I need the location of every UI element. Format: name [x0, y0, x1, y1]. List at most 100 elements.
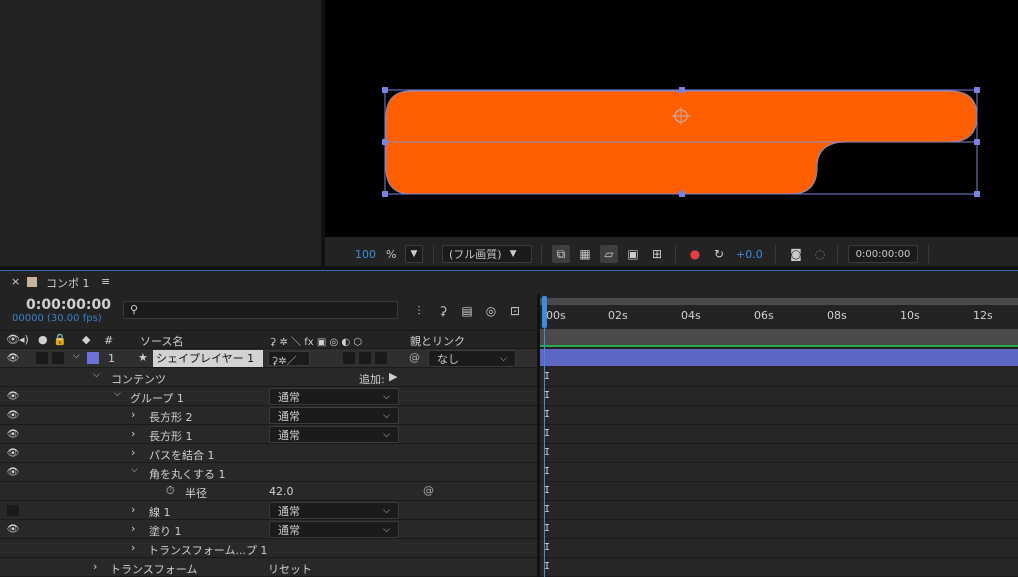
blend-mode-value: 通常 [278, 504, 300, 518]
contents-row[interactable]: ⌵ コンテンツ 追加: ▶ [0, 368, 537, 387]
layer-number-header: # [104, 334, 114, 347]
layer-row[interactable]: 👁 ⌵ 1 ★ シェイプレイヤー 1 ⚳✲／ @ なし ⌵ [0, 349, 537, 368]
chevron-right-icon[interactable]: › [93, 560, 97, 573]
eye-icon[interactable]: 👁 [6, 410, 20, 421]
round-corners-row[interactable]: 👁 ⌵ 角を丸くする 1 [0, 463, 537, 482]
ruler-tick: 00s [546, 309, 566, 322]
blend-mode-dropdown[interactable]: 通常 ⌵ [269, 426, 399, 443]
blend-mode-value: 通常 [278, 428, 300, 442]
switches-header: ⚳ ✲ ＼ fx ▣ ◎ ◐ ⬡ [269, 337, 363, 348]
transform-row[interactable]: › トランスフォーム リセット [0, 558, 537, 577]
blend-mode-value: 通常 [278, 409, 300, 423]
source-name-header[interactable]: ソース名 [140, 333, 183, 349]
switch-box[interactable] [343, 352, 355, 364]
eye-icon[interactable]: 👁 [6, 524, 20, 535]
show-snapshot-icon[interactable]: ◌ [811, 245, 829, 263]
chevron-right-icon[interactable]: › [131, 427, 135, 440]
eye-icon[interactable]: 👁 [6, 448, 20, 459]
draft-3d-icon[interactable]: ⫶ [410, 302, 428, 320]
lock-toggle[interactable] [52, 352, 64, 364]
blend-mode-dropdown[interactable]: 通常 ⌵ [269, 388, 399, 405]
add-label[interactable]: 追加: [359, 371, 385, 387]
panel-menu-icon[interactable]: ≡ [101, 275, 110, 288]
layer-label-color[interactable] [87, 352, 99, 364]
eye-icon[interactable]: 👁 [6, 429, 20, 440]
rect2-row[interactable]: 👁 › 長方形 2 通常 ⌵ [0, 406, 537, 425]
grid-guides-icon[interactable]: ⊞ [648, 245, 666, 263]
switch-box[interactable] [375, 352, 387, 364]
chevron-right-icon[interactable]: › [131, 408, 135, 421]
blend-mode-dropdown[interactable]: 通常 ⌵ [269, 521, 399, 538]
eye-icon[interactable]: 👁 [6, 391, 20, 402]
blend-mode-dropdown[interactable]: 通常 ⌵ [269, 502, 399, 519]
visibility-toggle[interactable] [7, 505, 19, 516]
region-of-interest-icon[interactable]: ▣ [624, 245, 642, 263]
comp-tab-title[interactable]: コンポ 1 [46, 275, 90, 291]
blend-mode-dropdown[interactable]: 通常 ⌵ [269, 407, 399, 424]
zoom-unit: % [386, 247, 397, 261]
current-time-display[interactable]: 0:00:00:00 [26, 297, 111, 313]
chevron-down-icon[interactable]: ⌵ [131, 465, 138, 475]
group-row[interactable]: 👁 ⌵ グループ 1 通常 ⌵ [0, 387, 537, 406]
playhead-line[interactable] [544, 310, 545, 577]
frame-blending-icon[interactable]: ▤ [458, 302, 476, 320]
radius-row[interactable]: ⏱ 半径 42.0 @ [0, 482, 537, 501]
switch-box[interactable] [359, 352, 371, 364]
layer-duration-bar[interactable] [540, 349, 1018, 366]
chevron-down-icon: ⌵ [383, 410, 390, 421]
layer-number: 1 [108, 352, 115, 365]
reset-link[interactable]: リセット [268, 561, 312, 577]
chevron-right-icon[interactable]: › [131, 541, 135, 554]
time-ruler[interactable]: 00s 02s 04s 06s 08s 10s 12s [540, 305, 1018, 329]
transform-group-row[interactable]: › トランスフォーム...プ 1 [0, 539, 537, 558]
track-row [540, 406, 1018, 425]
parent-dropdown[interactable]: なし ⌵ [428, 350, 516, 367]
pick-whip-icon[interactable]: @ [423, 484, 434, 497]
close-icon[interactable]: × [11, 275, 20, 288]
fill-row[interactable]: 👁 › 塗り 1 通常 ⌵ [0, 520, 537, 539]
snapshot-camera-icon[interactable]: ◙ [787, 245, 805, 263]
merge-paths-row[interactable]: 👁 › パスを結合 1 [0, 444, 537, 463]
color-channels-icon[interactable]: ● [686, 245, 704, 263]
track-row [540, 501, 1018, 520]
composition-viewer[interactable] [325, 0, 1018, 237]
keyframe-marker: I [544, 524, 550, 534]
solo-header-icon: ● [38, 333, 48, 346]
graph-editor-icon[interactable]: ⊡ [506, 302, 524, 320]
zoom-dropdown-button[interactable]: ▼ [405, 245, 423, 263]
work-area-bar[interactable] [540, 298, 1018, 305]
shy-collapse-quality-switches[interactable]: ⚳✲／ [268, 351, 310, 367]
chevron-right-icon[interactable]: › [131, 522, 135, 535]
viewer-canvas[interactable] [325, 0, 1018, 237]
eye-icon[interactable]: 👁 [6, 467, 20, 478]
stroke-row[interactable]: › 線 1 通常 ⌵ [0, 501, 537, 520]
motion-blur-icon[interactable]: ◎ [482, 302, 500, 320]
project-panel [0, 0, 321, 266]
mask-visibility-icon[interactable]: ▱ [600, 245, 618, 263]
chevron-right-icon[interactable]: › [131, 446, 135, 459]
exposure-value[interactable]: +0.0 [736, 245, 763, 263]
transparency-grid-icon[interactable]: ▦ [576, 245, 594, 263]
add-menu-icon[interactable]: ▶ [389, 370, 397, 383]
fast-preview-icon[interactable]: ⧉ [552, 245, 570, 263]
pick-whip-icon[interactable]: @ [409, 351, 420, 364]
zoom-control[interactable]: 100 % [355, 245, 396, 263]
chevron-down-icon[interactable]: ⌵ [93, 370, 100, 380]
layer-name[interactable]: シェイプレイヤー 1 [153, 350, 263, 367]
resolution-dropdown[interactable]: (フル画質) ▼ [442, 245, 532, 263]
zoom-value[interactable]: 100 [355, 248, 376, 261]
search-input[interactable]: ⚲ [123, 301, 398, 319]
chevron-down-icon[interactable]: ⌵ [73, 351, 80, 361]
reset-exposure-icon[interactable]: ↻ [710, 245, 728, 263]
timeline-tab[interactable]: × コンポ 1 ≡ [0, 270, 1018, 294]
parent-link-header[interactable]: 親とリンク [410, 333, 465, 349]
rect1-row[interactable]: 👁 › 長方形 1 通常 ⌵ [0, 425, 537, 444]
shy-layers-icon[interactable]: ⚳ [434, 302, 452, 320]
chevron-down-icon[interactable]: ⌵ [114, 389, 121, 399]
eye-icon[interactable]: 👁 [6, 353, 20, 364]
viewer-timecode[interactable]: 0:00:00:00 [848, 245, 918, 263]
solo-toggle[interactable] [36, 352, 48, 364]
chevron-right-icon[interactable]: › [131, 503, 135, 516]
radius-value[interactable]: 42.0 [269, 485, 294, 498]
stopwatch-icon[interactable]: ⏱ [166, 484, 175, 498]
